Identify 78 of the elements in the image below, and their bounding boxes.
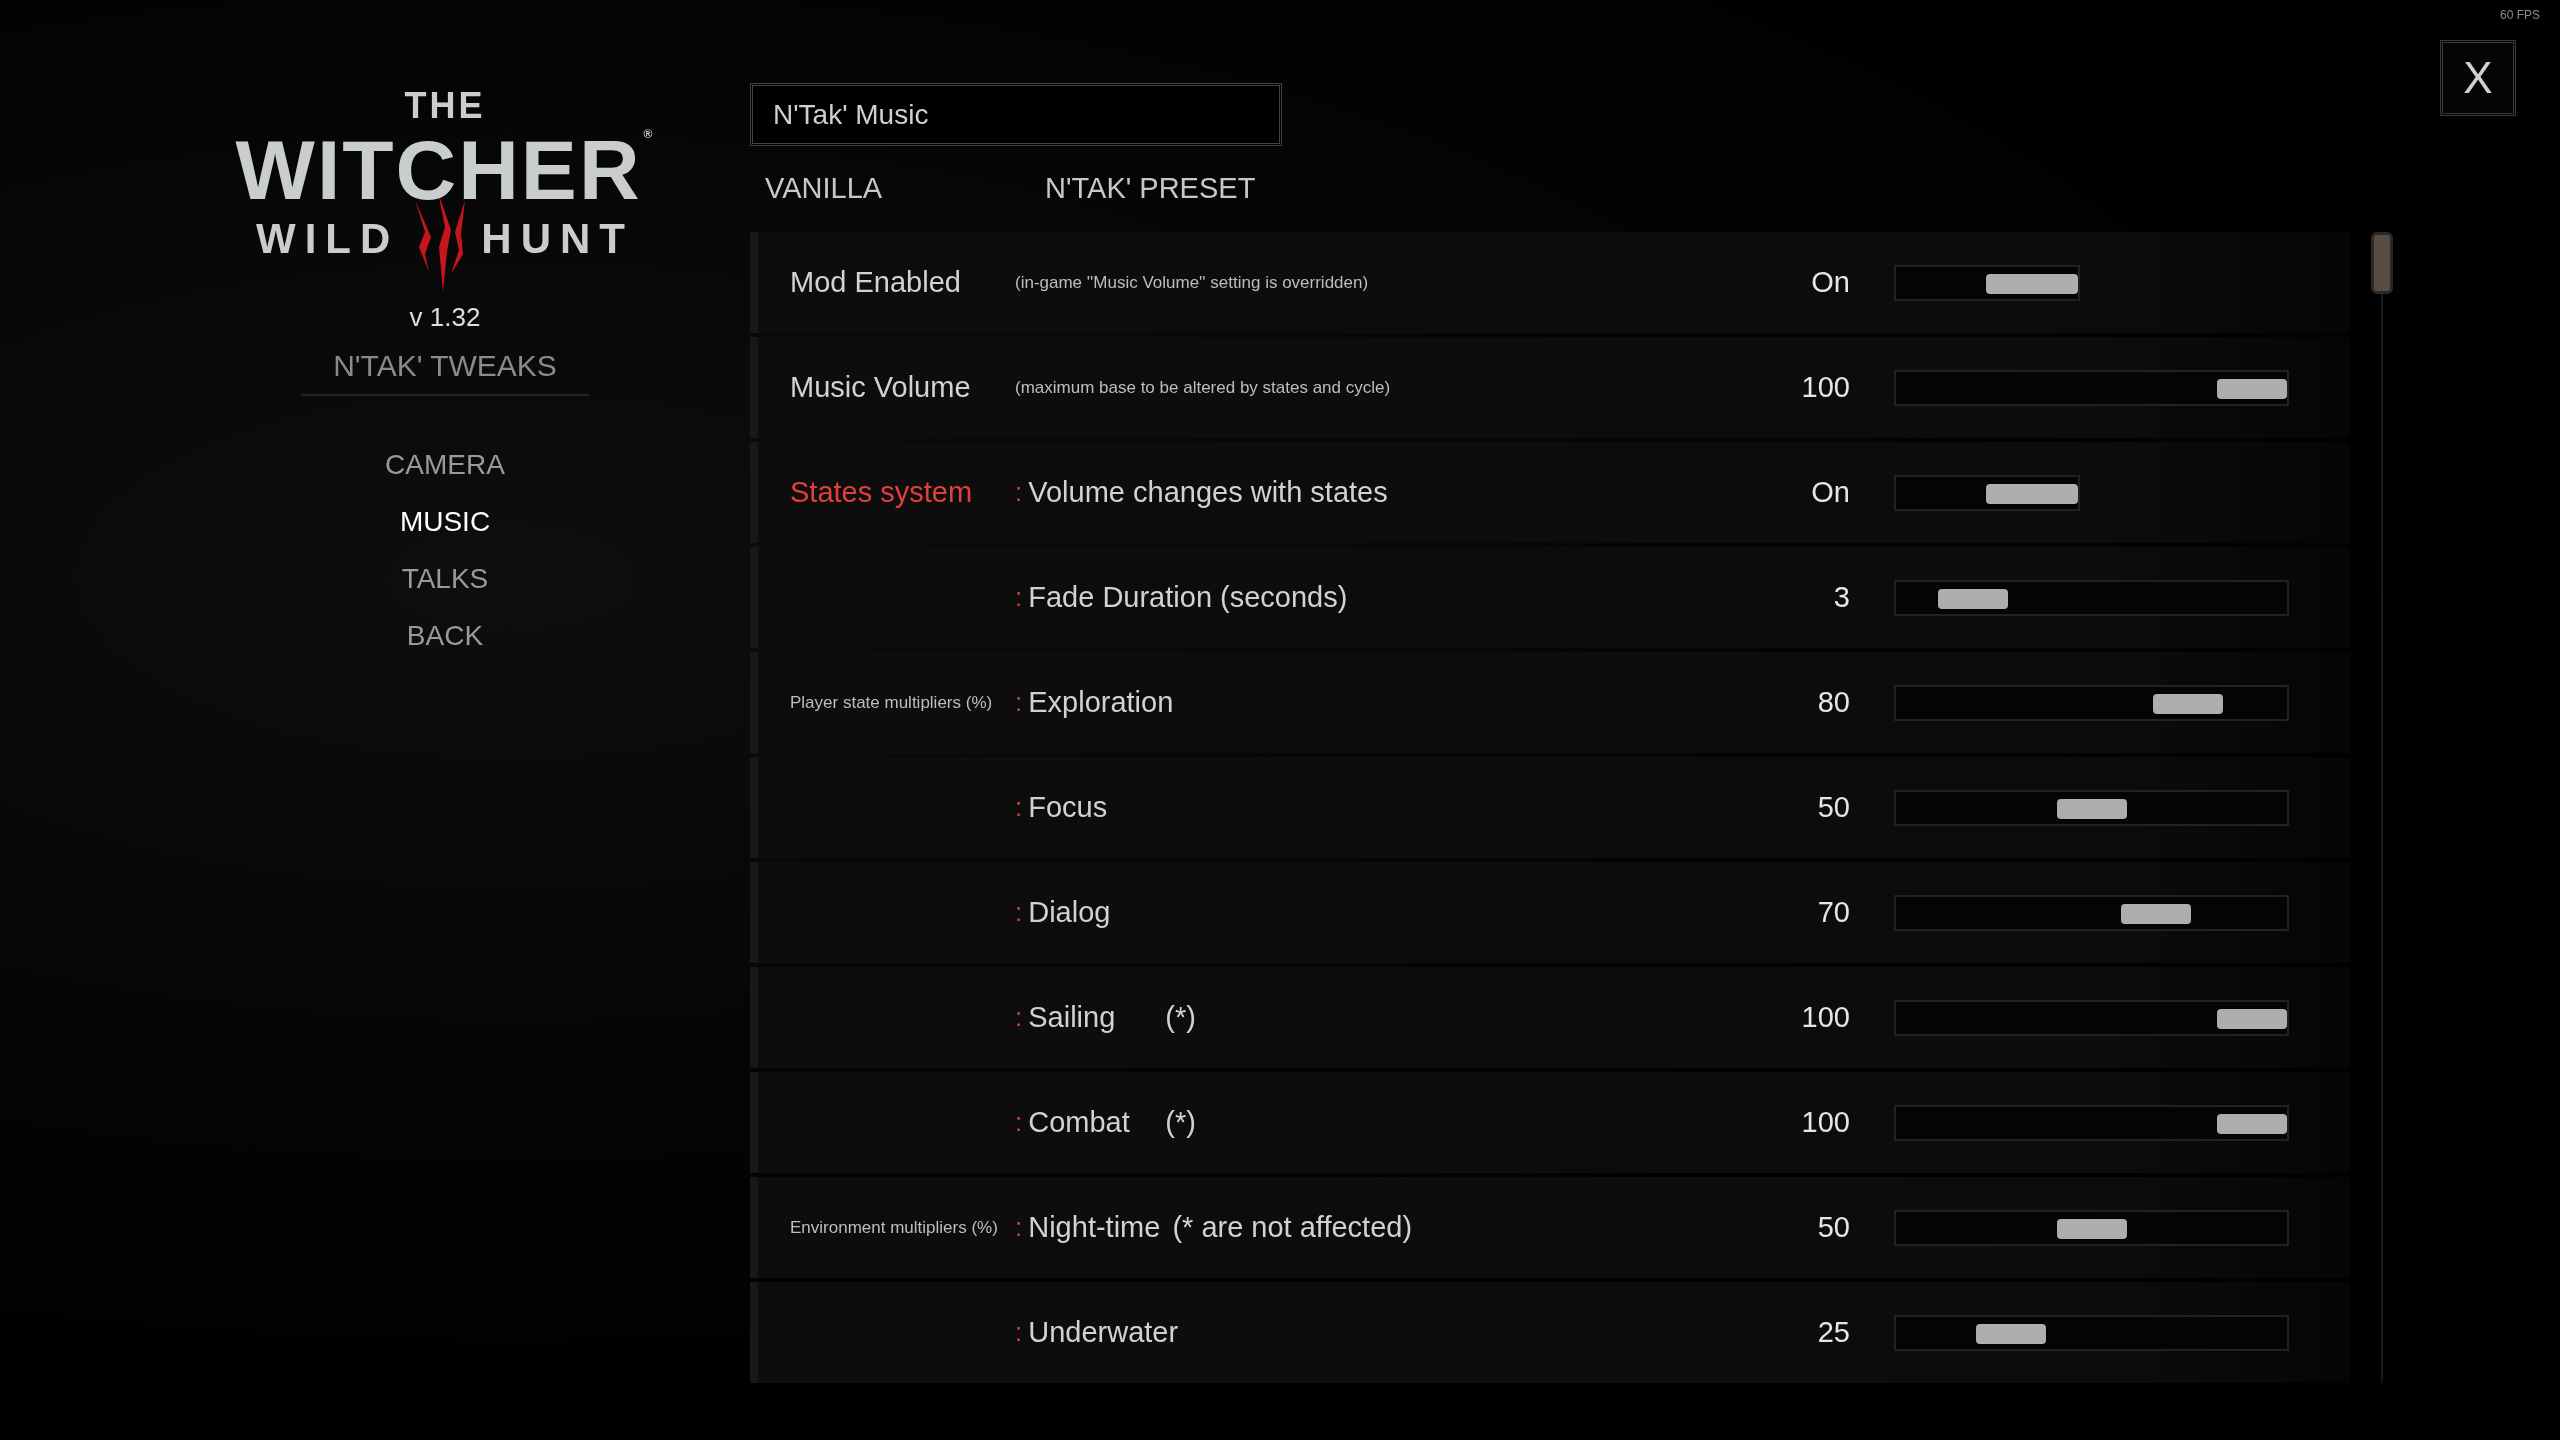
slider[interactable] bbox=[1894, 894, 2289, 931]
menu-item[interactable]: MUSIC bbox=[399, 503, 491, 541]
setting-value: On bbox=[1810, 474, 1850, 510]
slider[interactable] bbox=[1894, 1104, 2289, 1141]
colon-marker: : bbox=[1015, 896, 1023, 929]
toggle-switch[interactable] bbox=[1894, 474, 2080, 511]
slider[interactable] bbox=[1894, 579, 2289, 616]
trademark-sign: ® bbox=[643, 128, 655, 140]
setting-label: Exploration bbox=[1028, 684, 1174, 720]
colon-marker: : bbox=[1015, 476, 1023, 509]
setting-label: Mod Enabled bbox=[790, 265, 961, 298]
setting-label: Night-time bbox=[1028, 1209, 1161, 1245]
setting-value: 70 bbox=[1816, 894, 1850, 930]
setting-value: 3 bbox=[1832, 579, 1850, 615]
setting-note: (maximum base to be altered by states and cycle) bbox=[1015, 376, 1391, 399]
toggle-switch[interactable] bbox=[1894, 264, 2080, 301]
slider[interactable] bbox=[1894, 369, 2289, 406]
slider[interactable] bbox=[1894, 999, 2289, 1036]
setting-value: 25 bbox=[1816, 1314, 1850, 1350]
menu-item[interactable]: CAMERA bbox=[385, 446, 505, 484]
logo-text: HUNT bbox=[481, 218, 634, 260]
colon-marker: : bbox=[1015, 1316, 1023, 1349]
slider-thumb[interactable] bbox=[2217, 1008, 2287, 1029]
setting-note: (in-game ''Music Volume'' setting is overridden) bbox=[1015, 271, 1369, 294]
logo-text: THE bbox=[404, 88, 486, 124]
search-field[interactable]: N'Tak' Music bbox=[750, 83, 1282, 146]
slider-thumb[interactable] bbox=[1976, 1323, 2047, 1344]
slider-thumb[interactable] bbox=[2152, 693, 2223, 714]
setting-label: Combat bbox=[1028, 1104, 1131, 1140]
setting-label: Music Volume bbox=[790, 370, 971, 403]
logo-text: WILD bbox=[256, 218, 400, 260]
colon-marker: : bbox=[1015, 1211, 1023, 1244]
mod-title: N'TAK' TWEAKS bbox=[301, 343, 589, 396]
colon-marker: : bbox=[1015, 581, 1023, 614]
slider[interactable] bbox=[1894, 1209, 2289, 1246]
setting-value: On bbox=[1810, 264, 1850, 300]
toggle-thumb[interactable] bbox=[1986, 483, 2078, 504]
setting-note: (*) bbox=[1165, 1104, 1196, 1140]
setting-label: Volume changes with states bbox=[1028, 474, 1388, 510]
setting-note: (* are not affected) bbox=[1172, 1209, 1413, 1245]
slider-thumb[interactable] bbox=[2120, 903, 2191, 924]
slider-thumb[interactable] bbox=[2217, 1113, 2287, 1134]
version-text: v 1.32 bbox=[409, 301, 481, 334]
setting-note: (*) bbox=[1165, 999, 1196, 1035]
slider-thumb[interactable] bbox=[2217, 378, 2287, 399]
slider-thumb[interactable] bbox=[2056, 1218, 2127, 1239]
setting-value: 50 bbox=[1816, 789, 1850, 825]
setting-label: Sailing bbox=[1028, 999, 1117, 1035]
slider[interactable] bbox=[1894, 789, 2289, 826]
colon-marker: : bbox=[1015, 686, 1023, 719]
setting-value: 50 bbox=[1816, 1209, 1850, 1245]
preset-tab[interactable]: VANILLA bbox=[765, 167, 1045, 211]
section-label: States system bbox=[790, 475, 973, 508]
setting-label: Player state multipliers (%) bbox=[790, 692, 993, 712]
toggle-thumb[interactable] bbox=[1986, 273, 2078, 294]
setting-value: 80 bbox=[1816, 684, 1850, 720]
setting-value: 100 bbox=[1800, 1104, 1850, 1140]
preset-tab[interactable]: N'TAK' PRESET bbox=[1045, 167, 1325, 211]
setting-value: 100 bbox=[1800, 369, 1850, 405]
logo-text: WITCHER bbox=[235, 128, 642, 212]
setting-value: 100 bbox=[1800, 999, 1850, 1035]
slider-thumb[interactable] bbox=[2056, 798, 2127, 819]
menu-item[interactable]: BACK bbox=[406, 617, 484, 655]
colon-marker: : bbox=[1015, 1001, 1023, 1034]
slider[interactable] bbox=[1894, 684, 2289, 721]
setting-label: Focus bbox=[1028, 789, 1109, 825]
setting-label: Dialog bbox=[1028, 894, 1112, 930]
scrollbar-thumb[interactable] bbox=[2371, 232, 2393, 294]
fps-counter: 60 FPS bbox=[2499, 7, 2540, 24]
colon-marker: : bbox=[1015, 1106, 1023, 1139]
close-button[interactable]: X bbox=[2440, 40, 2516, 116]
colon-marker: : bbox=[1015, 791, 1023, 824]
setting-label: Underwater bbox=[1028, 1314, 1179, 1350]
setting-label: Fade Duration (seconds) bbox=[1028, 579, 1348, 615]
slider[interactable] bbox=[1894, 1314, 2289, 1351]
menu-item[interactable]: TALKS bbox=[401, 560, 489, 598]
slider-thumb[interactable] bbox=[1937, 588, 2008, 609]
setting-label: Environment multipliers (%) bbox=[790, 1217, 998, 1237]
